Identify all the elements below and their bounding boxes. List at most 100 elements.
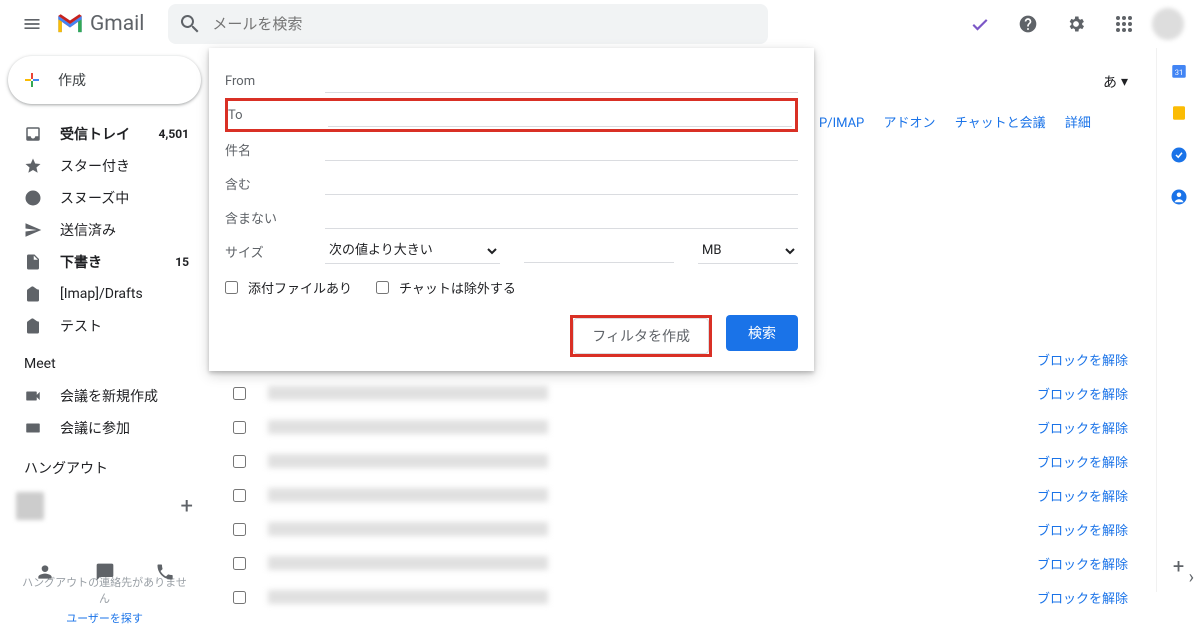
blocked-checkbox[interactable]: [233, 421, 246, 434]
create-filter-button[interactable]: フィルタを作成: [573, 318, 709, 354]
compose-label: 作成: [58, 70, 86, 90]
hangout-add-button[interactable]: +: [181, 494, 193, 519]
unblock-link[interactable]: ブロックを解除: [1037, 418, 1128, 437]
sidebar-bottom-tabs: [0, 554, 209, 590]
filter-size-row: サイズ 次の値より大きい MB: [225, 234, 798, 268]
blocked-row: ブロックを解除: [227, 512, 1128, 546]
search-button[interactable]: 検索: [726, 315, 798, 351]
support-icon[interactable]: [1008, 4, 1048, 44]
blocked-row: ブロックを解除: [227, 444, 1128, 478]
dropdown-arrow-icon: ▾: [1121, 74, 1128, 90]
nav-item-inbox[interactable]: 受信トレイ4,501: [0, 118, 201, 150]
hangout-chat-icon[interactable]: [95, 562, 115, 582]
unblock-link[interactable]: ブロックを解除: [1037, 350, 1128, 369]
unblock-link[interactable]: ブロックを解除: [1037, 384, 1128, 403]
tasks-icon[interactable]: [1170, 146, 1188, 164]
meet-join[interactable]: 会議に参加: [0, 412, 209, 444]
meet-new[interactable]: 会議を新規作成: [0, 380, 209, 412]
svg-text:31: 31: [1174, 68, 1182, 77]
filter-subject-row: 件名: [225, 132, 798, 166]
filter-nothas-row: 含まない: [225, 200, 798, 234]
account-avatar[interactable]: [1152, 8, 1184, 40]
apps-icon[interactable]: [1104, 4, 1144, 44]
blocked-checkbox[interactable]: [233, 523, 246, 536]
nav-item-draft[interactable]: 下書き15: [0, 246, 201, 278]
blocked-addresses-list: ブロックを解除ブロックを解除ブロックを解除ブロックを解除ブロックを解除ブロックを…: [227, 342, 1128, 614]
nav-item-send[interactable]: 送信済み: [0, 214, 201, 246]
settings-icon[interactable]: [1056, 4, 1096, 44]
filter-size-op-select[interactable]: 次の値より大きい: [325, 238, 500, 264]
blocked-email: [268, 454, 548, 468]
send-icon: [24, 221, 42, 239]
main-menu-button[interactable]: [8, 0, 56, 48]
gmail-icon: [56, 13, 84, 35]
blocked-checkbox[interactable]: [233, 591, 246, 604]
hangout-phone-icon[interactable]: [155, 562, 175, 582]
filter-to-input[interactable]: [328, 103, 792, 127]
hangout-contacts-icon[interactable]: [35, 562, 55, 582]
search-input[interactable]: [212, 15, 756, 33]
search-filter-panel: From To 件名 含む 含まない サイズ 次の値より大きい MB 添付ファイ…: [209, 48, 814, 371]
filter-actions: フィルタを作成 検索: [225, 307, 798, 357]
settings-tab[interactable]: アドオン: [883, 116, 935, 131]
unblock-link[interactable]: ブロックを解除: [1037, 520, 1128, 539]
search-bar[interactable]: [168, 4, 768, 44]
filter-from-row: From: [225, 64, 798, 98]
clock-icon: [24, 189, 42, 207]
calendar-icon[interactable]: 31: [1170, 62, 1188, 80]
hangout-avatar[interactable]: [16, 492, 44, 520]
filter-has-input[interactable]: [325, 171, 798, 195]
nav-item-star[interactable]: スター付き: [0, 150, 201, 182]
blocked-checkbox[interactable]: [233, 489, 246, 502]
side-panel-toggle[interactable]: ›: [1189, 567, 1194, 588]
side-panel: 31 +: [1156, 48, 1200, 592]
hangout-self-row: +: [0, 486, 209, 526]
filter-checkboxes: 添付ファイルあり チャットは除外する: [225, 268, 798, 307]
meet-section-title: Meet: [0, 342, 209, 380]
nav-item-label[interactable]: [Imap]/Drafts: [0, 278, 201, 310]
settings-tab[interactable]: P/IMAP: [819, 116, 864, 131]
gmail-logo-text: Gmail: [90, 12, 144, 36]
compose-button[interactable]: 作成: [8, 56, 201, 104]
header: Gmail: [0, 0, 1200, 48]
blocked-checkbox[interactable]: [233, 557, 246, 570]
blocked-email: [268, 386, 548, 400]
unblock-link[interactable]: ブロックを解除: [1037, 588, 1128, 607]
filter-attachment-checkbox[interactable]: 添付ファイルあり: [225, 278, 352, 297]
filter-size-value-input[interactable]: [524, 239, 675, 263]
settings-tabs: P/IMAP アドオン チャットと会議 詳細: [819, 112, 1107, 131]
filter-size-unit-select[interactable]: MB: [698, 238, 798, 264]
settings-tab[interactable]: 詳細: [1065, 116, 1091, 131]
keep-icon[interactable]: [1170, 104, 1188, 122]
blocked-email: [268, 522, 548, 536]
draft-icon: [24, 253, 42, 271]
filter-nothas-input[interactable]: [325, 205, 798, 229]
filter-has-row: 含む: [225, 166, 798, 200]
hangout-section-title: ハングアウト: [0, 444, 209, 486]
filter-exclude-chats-checkbox[interactable]: チャットは除外する: [376, 278, 516, 297]
blocked-email: [268, 556, 548, 570]
blocked-email: [268, 590, 548, 604]
gmail-logo[interactable]: Gmail: [56, 12, 144, 36]
input-tools-button[interactable]: あ▾: [1103, 72, 1128, 92]
blocked-row: ブロックを解除: [227, 376, 1128, 410]
filter-from-input[interactable]: [325, 69, 798, 93]
hangout-find-link[interactable]: ユーザーを探す: [0, 606, 209, 626]
inbox-icon: [24, 125, 42, 143]
star-icon: [24, 157, 42, 175]
nav-item-label[interactable]: テスト: [0, 310, 201, 342]
settings-tab[interactable]: チャットと会議: [955, 116, 1046, 131]
label-icon: [24, 285, 42, 303]
unblock-link[interactable]: ブロックを解除: [1037, 554, 1128, 573]
blocked-row: ブロックを解除: [227, 580, 1128, 614]
filter-to-row: To: [225, 98, 798, 132]
contacts-icon[interactable]: [1170, 188, 1188, 206]
addons-button[interactable]: +: [1173, 554, 1184, 578]
offline-icon[interactable]: [960, 4, 1000, 44]
blocked-checkbox[interactable]: [233, 387, 246, 400]
filter-subject-input[interactable]: [325, 137, 798, 161]
nav-item-clock[interactable]: スヌーズ中: [0, 182, 201, 214]
blocked-checkbox[interactable]: [233, 455, 246, 468]
unblock-link[interactable]: ブロックを解除: [1037, 452, 1128, 471]
unblock-link[interactable]: ブロックを解除: [1037, 486, 1128, 505]
